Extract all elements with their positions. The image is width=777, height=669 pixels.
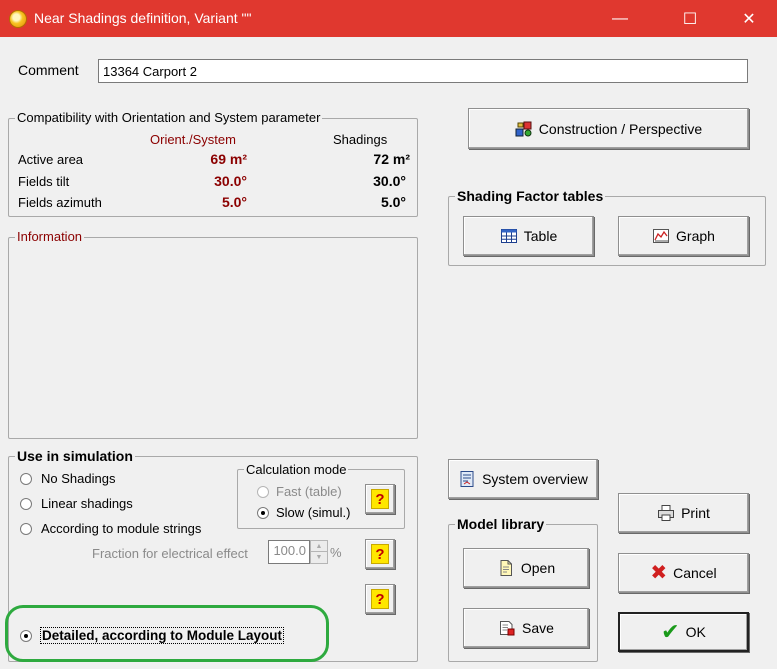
model-library-title: Model library (455, 516, 547, 532)
compatibility-title: Compatibility with Orientation and Syste… (15, 110, 323, 125)
radio-fast-table-circle[interactable] (257, 485, 269, 498)
table-button[interactable]: Table (463, 216, 594, 256)
radio-linear-shadings-circle[interactable] (20, 497, 32, 510)
radio-detailed-module-layout-label: Detailed, according to Module Layout (39, 627, 285, 644)
cancel-button[interactable]: ✖ Cancel (618, 553, 749, 593)
information-group: Information (8, 229, 418, 439)
save-label: Save (522, 620, 554, 636)
close-button[interactable]: ✕ (726, 0, 772, 37)
cancel-label: Cancel (673, 565, 717, 581)
active-area-shadings: 72 m² (373, 151, 410, 167)
graph-label: Graph (676, 228, 715, 244)
cancel-x-icon: ✖ (650, 562, 668, 584)
save-document-icon (500, 621, 515, 636)
ok-label: OK (685, 624, 706, 640)
construction-perspective-label: Construction / Perspective (538, 120, 703, 137)
fraction-unit: % (330, 545, 342, 560)
spin-up-icon[interactable]: ▲ (311, 541, 327, 552)
app-icon (9, 10, 27, 28)
print-button[interactable]: Print (618, 493, 749, 533)
help-icon: ? (371, 489, 389, 509)
graph-button[interactable]: Graph (618, 216, 749, 256)
table-label: Table (523, 228, 558, 244)
radio-no-shadings[interactable]: No Shadings (20, 471, 115, 486)
help-button-fraction[interactable]: ? (365, 539, 395, 569)
spin-down-icon[interactable]: ▼ (311, 552, 327, 563)
shadings-column-header: Shadings (333, 132, 388, 147)
radio-fast-table-label: Fast (table) (276, 484, 342, 499)
fields-tilt-shadings: 30.0° (373, 173, 406, 189)
help-button-detailed[interactable]: ? (365, 584, 395, 614)
shading-factor-tables-title: Shading Factor tables (455, 188, 606, 204)
maximize-button[interactable]: ☐ (667, 0, 713, 37)
radio-fast-table[interactable]: Fast (table) (257, 484, 342, 499)
table-icon (500, 229, 517, 243)
construction-icon (515, 121, 532, 136)
radio-detailed-module-layout[interactable]: Detailed, according to Module Layout (20, 627, 285, 644)
radio-detailed-module-layout-circle[interactable] (20, 629, 32, 642)
fraction-label: Fraction for electrical effect (92, 546, 248, 561)
use-in-simulation-title: Use in simulation (15, 448, 135, 464)
system-overview-icon (460, 471, 474, 487)
active-area-label: Active area (18, 152, 84, 167)
fields-azimuth-label: Fields azimuth (18, 195, 102, 210)
radio-module-strings-circle[interactable] (20, 522, 32, 535)
comment-input[interactable] (98, 59, 748, 83)
ok-check-icon: ✔ (661, 619, 680, 644)
printer-icon (658, 505, 675, 521)
ok-button[interactable]: ✔ OK (618, 612, 749, 652)
radio-linear-shadings[interactable]: Linear shadings (20, 496, 133, 511)
help-icon: ? (371, 589, 389, 609)
radio-no-shadings-label: No Shadings (41, 471, 116, 486)
radio-module-strings[interactable]: According to module strings (20, 521, 201, 536)
radio-slow-simul-circle[interactable] (257, 506, 269, 519)
information-title: Information (15, 229, 85, 244)
fields-tilt-orient: 30.0° (214, 173, 247, 189)
orient-column-header: Orient./System (150, 132, 236, 147)
calculation-mode-title: Calculation mode (244, 462, 349, 477)
fields-azimuth-shadings: 5.0° (380, 194, 406, 210)
save-button[interactable]: Save (463, 608, 589, 648)
title-bar: Near Shadings definition, Variant "" — ☐… (0, 0, 777, 37)
fraction-spinner[interactable]: ▲ ▼ (310, 540, 328, 564)
print-label: Print (681, 505, 710, 521)
open-button[interactable]: Open (463, 548, 589, 588)
graph-icon (653, 229, 670, 243)
help-button-calc-mode[interactable]: ? (365, 484, 395, 514)
system-overview-label: System overview (482, 471, 588, 487)
open-document-icon (500, 560, 512, 576)
construction-perspective-button[interactable]: Construction / Perspective (468, 108, 749, 149)
radio-linear-shadings-label: Linear shadings (41, 496, 133, 511)
fields-azimuth-orient: 5.0° (221, 194, 247, 210)
minimize-button[interactable]: — (597, 0, 643, 37)
radio-no-shadings-circle[interactable] (20, 472, 32, 485)
radio-module-strings-label: According to module strings (41, 521, 202, 536)
active-area-orient: 69 m² (210, 151, 247, 167)
help-icon: ? (371, 544, 389, 564)
fraction-input[interactable]: 100.0 (268, 540, 310, 564)
fields-tilt-label: Fields tilt (18, 174, 70, 189)
radio-slow-simul-label: Slow (simul.) (276, 505, 351, 520)
open-label: Open (520, 560, 556, 576)
radio-slow-simul[interactable]: Slow (simul.) (257, 505, 350, 520)
system-overview-button[interactable]: System overview (448, 459, 598, 499)
comment-label: Comment (18, 62, 79, 78)
window-title: Near Shadings definition, Variant "" (34, 10, 252, 26)
